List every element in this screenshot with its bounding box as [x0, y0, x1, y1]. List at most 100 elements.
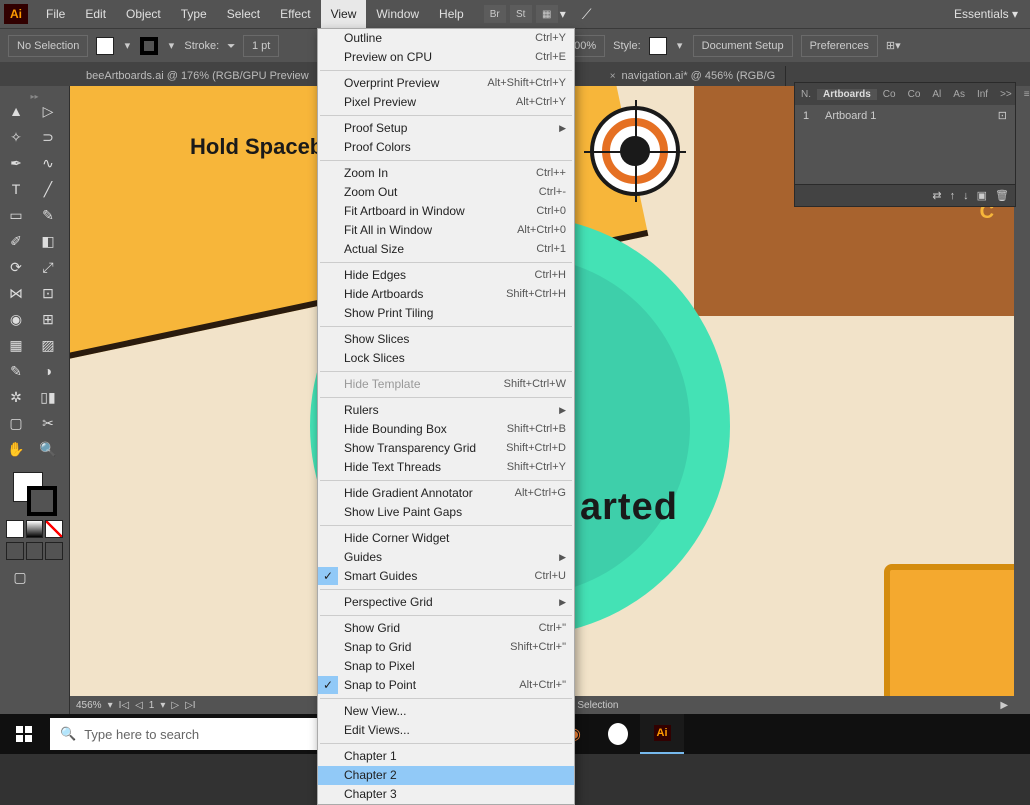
- menu-item-show-print-tiling[interactable]: Show Print Tiling: [318, 304, 574, 323]
- menu-item-rulers[interactable]: Rulers▶: [318, 401, 574, 420]
- symbol-sprayer-tool[interactable]: ✲: [0, 384, 32, 410]
- menu-object[interactable]: Object: [116, 0, 171, 28]
- menu-item-preview-on-cpu[interactable]: Preview on CPUCtrl+E: [318, 48, 574, 67]
- draw-behind[interactable]: [26, 542, 44, 560]
- menu-view[interactable]: View: [321, 0, 367, 28]
- panel-menu-icon[interactable]: ≡: [1018, 89, 1030, 100]
- menu-item-outline[interactable]: OutlineCtrl+Y: [318, 29, 574, 48]
- magic-wand-tool[interactable]: ✧: [0, 124, 32, 150]
- menu-item-snap-to-pixel[interactable]: Snap to Pixel: [318, 657, 574, 676]
- stock-icon[interactable]: St: [510, 5, 532, 23]
- free-transform-tool[interactable]: ⊡: [32, 280, 64, 306]
- stroke-swatch[interactable]: [140, 37, 158, 55]
- menu-item-hide-edges[interactable]: Hide EdgesCtrl+H: [318, 266, 574, 285]
- scale-tool[interactable]: ⤢: [32, 254, 64, 280]
- menu-item-fit-artboard-in-window[interactable]: Fit Artboard in WindowCtrl+0: [318, 202, 574, 221]
- fill-stroke-control[interactable]: [13, 472, 57, 516]
- shaper-tool[interactable]: ✐: [0, 228, 32, 254]
- nav-first-icon[interactable]: I◁: [119, 700, 129, 711]
- zoom-tool[interactable]: 🔍: [32, 436, 64, 462]
- artboard-tool[interactable]: ▢: [0, 410, 32, 436]
- pen-tool[interactable]: ✒: [0, 150, 32, 176]
- start-button[interactable]: [0, 714, 48, 754]
- menu-window[interactable]: Window: [366, 0, 429, 28]
- artboard-number[interactable]: 1: [149, 700, 155, 711]
- style-dd-icon[interactable]: ▾: [675, 41, 685, 51]
- menu-type[interactable]: Type: [171, 0, 217, 28]
- menu-item-show-transparency-grid[interactable]: Show Transparency GridShift+Ctrl+D: [318, 439, 574, 458]
- hand-tool[interactable]: ✋: [0, 436, 32, 462]
- panel-tab[interactable]: Al: [926, 89, 947, 100]
- menu-item-pixel-preview[interactable]: Pixel PreviewAlt+Ctrl+Y: [318, 93, 574, 112]
- rectangle-tool[interactable]: ▭: [0, 202, 32, 228]
- gradient-mode[interactable]: [26, 520, 44, 538]
- eyedropper-tool[interactable]: ✎: [0, 358, 32, 384]
- line-tool[interactable]: ╱: [32, 176, 64, 202]
- menu-effect[interactable]: Effect: [270, 0, 320, 28]
- menu-item-proof-colors[interactable]: Proof Colors: [318, 138, 574, 157]
- menu-help[interactable]: Help: [429, 0, 474, 28]
- nav-last-icon[interactable]: ▷I: [185, 700, 195, 711]
- screen-mode[interactable]: ▢: [4, 564, 36, 590]
- gradient-tool[interactable]: ▨: [32, 332, 64, 358]
- menu-item-actual-size[interactable]: Actual SizeCtrl+1: [318, 240, 574, 259]
- menu-item-show-grid[interactable]: Show GridCtrl+": [318, 619, 574, 638]
- menu-item-lock-slices[interactable]: Lock Slices: [318, 349, 574, 368]
- direct-selection-tool[interactable]: ▷: [32, 98, 64, 124]
- scroll-nav-icon[interactable]: ▶: [1000, 700, 1008, 711]
- nav-next-icon[interactable]: ▷: [171, 700, 179, 711]
- menu-item-smart-guides[interactable]: ✓Smart GuidesCtrl+U: [318, 567, 574, 586]
- menu-select[interactable]: Select: [217, 0, 270, 28]
- menu-item-hide-text-threads[interactable]: Hide Text ThreadsShift+Ctrl+Y: [318, 458, 574, 477]
- nav-prev-icon[interactable]: ◁: [135, 700, 143, 711]
- panel-tab[interactable]: As: [947, 89, 971, 100]
- menu-item-hide-gradient-annotator[interactable]: Hide Gradient AnnotatorAlt+Ctrl+G: [318, 484, 574, 503]
- menu-item-overprint-preview[interactable]: Overprint PreviewAlt+Shift+Ctrl+Y: [318, 74, 574, 93]
- panel-more-icon[interactable]: >>: [994, 89, 1018, 100]
- illustrator-taskbar-icon[interactable]: Ai: [640, 714, 684, 754]
- new-artboard-icon[interactable]: ▣: [977, 189, 987, 202]
- menu-edit[interactable]: Edit: [75, 0, 116, 28]
- document-tab[interactable]: ×navigation.ai* @ 456% (RGB/G: [600, 66, 786, 86]
- menu-item-zoom-out[interactable]: Zoom OutCtrl+-: [318, 183, 574, 202]
- delete-artboard-icon[interactable]: 🗑: [995, 189, 1009, 202]
- menu-item-new-view-[interactable]: New View...: [318, 702, 574, 721]
- rearrange-icon[interactable]: ⇄: [932, 189, 941, 202]
- perspective-tool[interactable]: ⊞: [32, 306, 64, 332]
- panel-tab[interactable]: N.: [795, 89, 817, 100]
- rotate-tool[interactable]: ⟳: [0, 254, 32, 280]
- panel-tab[interactable]: Co: [902, 89, 927, 100]
- dropdown-icon[interactable]: ▾: [558, 9, 568, 19]
- menu-item-hide-corner-widget[interactable]: Hide Corner Widget: [318, 529, 574, 548]
- panel-tab[interactable]: Inf: [971, 89, 994, 100]
- artboard-dd-icon[interactable]: ▾: [160, 700, 165, 711]
- curvature-tool[interactable]: ∿: [32, 150, 64, 176]
- draw-normal[interactable]: [6, 542, 24, 560]
- arrange-docs-icon[interactable]: ▦: [536, 5, 558, 23]
- menu-item-fit-all-in-window[interactable]: Fit All in WindowAlt+Ctrl+0: [318, 221, 574, 240]
- menu-item-hide-bounding-box[interactable]: Hide Bounding BoxShift+Ctrl+B: [318, 420, 574, 439]
- menu-item-hide-artboards[interactable]: Hide ArtboardsShift+Ctrl+H: [318, 285, 574, 304]
- stroke-dd-icon[interactable]: ▾: [166, 41, 176, 51]
- move-down-icon[interactable]: ↓: [963, 190, 969, 202]
- menu-item-show-live-paint-gaps[interactable]: Show Live Paint Gaps: [318, 503, 574, 522]
- bridge-icon[interactable]: Br: [484, 5, 506, 23]
- menu-item-edit-views-[interactable]: Edit Views...: [318, 721, 574, 740]
- color-mode[interactable]: [6, 520, 24, 538]
- menu-item-chapter-3[interactable]: Chapter 3: [318, 785, 574, 804]
- draw-inside[interactable]: [45, 542, 63, 560]
- eraser-tool[interactable]: ◧: [32, 228, 64, 254]
- fill-swatch[interactable]: [96, 37, 114, 55]
- menu-item-show-slices[interactable]: Show Slices: [318, 330, 574, 349]
- align-icon[interactable]: ⊞▾: [886, 39, 901, 52]
- search-box[interactable]: 🔍 Type here to search: [50, 718, 330, 750]
- menu-file[interactable]: File: [36, 0, 75, 28]
- mesh-tool[interactable]: ▦: [0, 332, 32, 358]
- paintbrush-tool[interactable]: ✎: [32, 202, 64, 228]
- document-tab[interactable]: beeArtboards.ai @ 176% (RGB/GPU Preview: [76, 66, 320, 86]
- graph-tool[interactable]: ▯▮: [32, 384, 64, 410]
- zoom-level[interactable]: 456%: [76, 700, 102, 711]
- lasso-tool[interactable]: ⊃: [32, 124, 64, 150]
- chrome-icon[interactable]: ◉: [596, 714, 640, 754]
- panel-tab[interactable]: Artboards: [817, 89, 877, 100]
